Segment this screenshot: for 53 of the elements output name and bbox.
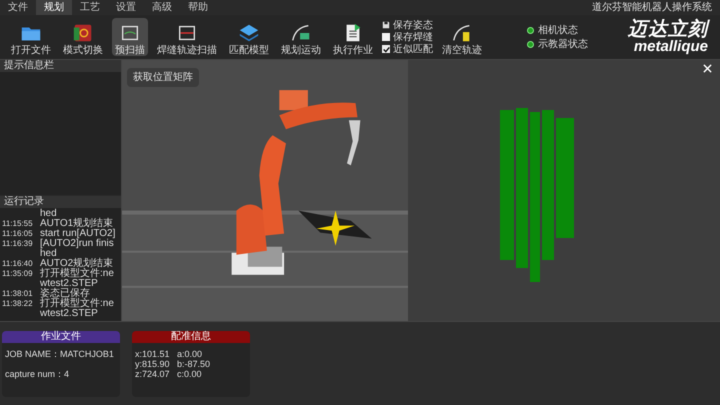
card-title: 作业文件 <box>2 331 120 343</box>
card-title: 配准信息 <box>132 331 250 343</box>
log-message: AUTO1规划结束 <box>40 219 114 229</box>
get-position-matrix-button[interactable]: 获取位置矩阵 <box>127 68 199 87</box>
status-label: 相机状态 <box>538 24 578 36</box>
toolbar-button[interactable]: 执行作业 <box>330 18 376 56</box>
log-time: 11:38:22 <box>2 299 34 310</box>
log-message: 打开模型文件:newtest2.STEP <box>40 269 115 289</box>
toolbar-button[interactable]: 打开文件 <box>8 18 54 56</box>
log-time: 11:15:55 <box>2 219 34 229</box>
app-title: 道尔芬智能机器人操作系统 <box>592 0 712 15</box>
save-icon <box>382 21 390 29</box>
toolbar-button[interactable]: 焊缝轨迹扫描 <box>154 18 220 56</box>
save-pose-button[interactable]: 保存姿态 <box>382 20 433 30</box>
log-time: 11:16:05 <box>2 229 34 239</box>
log-time: 11:38:01 <box>2 289 34 299</box>
status-label: 示教器状态 <box>538 38 588 50</box>
log-time: 11:35:09 <box>2 269 34 280</box>
logo-subtitle: metallique <box>634 39 708 54</box>
log-message: AUTO2规划结束 <box>40 259 114 269</box>
card-text: x:101.51 a:0.00 <box>135 349 204 359</box>
card-text: y:815.90 b:-87.50 <box>135 359 212 369</box>
logo-title: 迈达立刻 <box>628 20 708 39</box>
swap-icon <box>72 22 94 44</box>
toolbar-button[interactable]: 预扫描 <box>112 18 148 56</box>
card-text: JOB NAME：MATCHJOB1 <box>5 349 115 359</box>
checkbox-label: 近似匹配 <box>393 44 433 54</box>
log-message: 姿态已保存 <box>40 289 90 299</box>
checkbox[interactable] <box>382 33 390 41</box>
log-message: start run[AUTO2] <box>40 229 116 239</box>
toolbar-button[interactable]: 模式切换 <box>60 18 106 56</box>
toolbar-button[interactable]: 匹配模型 <box>226 18 272 56</box>
menu-item[interactable]: 文件 <box>0 0 36 15</box>
menu-item[interactable]: 规划 <box>36 0 72 15</box>
close-icon[interactable] <box>703 64 712 73</box>
log-message: hed <box>40 209 57 219</box>
toolbar-button[interactable]: 规划运动 <box>278 18 324 56</box>
panel-title: 提示信息栏 <box>0 60 121 72</box>
menu-item[interactable]: 高级 <box>144 0 180 15</box>
menu-item[interactable]: 帮助 <box>180 0 216 15</box>
card-text: capture num：4 <box>5 369 70 379</box>
card-text: z:724.07 c:0.00 <box>135 369 203 379</box>
log-time: 11:16:39 <box>2 239 34 250</box>
menu-item[interactable]: 工艺 <box>72 0 108 15</box>
panel-title: 运行记录 <box>0 196 121 208</box>
checkbox-label: 保存焊缝 <box>393 32 433 42</box>
log-message: [AUTO2]run finished <box>40 239 114 259</box>
log-time: 11:16:40 <box>2 259 34 269</box>
log-message: 打开模型文件:newtest2.STEP <box>40 299 115 319</box>
layers-icon <box>238 22 260 44</box>
checkbox[interactable] <box>382 45 390 53</box>
toolbar-button[interactable]: 清空轨迹 <box>439 18 485 56</box>
menu-item[interactable]: 设置 <box>108 0 144 15</box>
